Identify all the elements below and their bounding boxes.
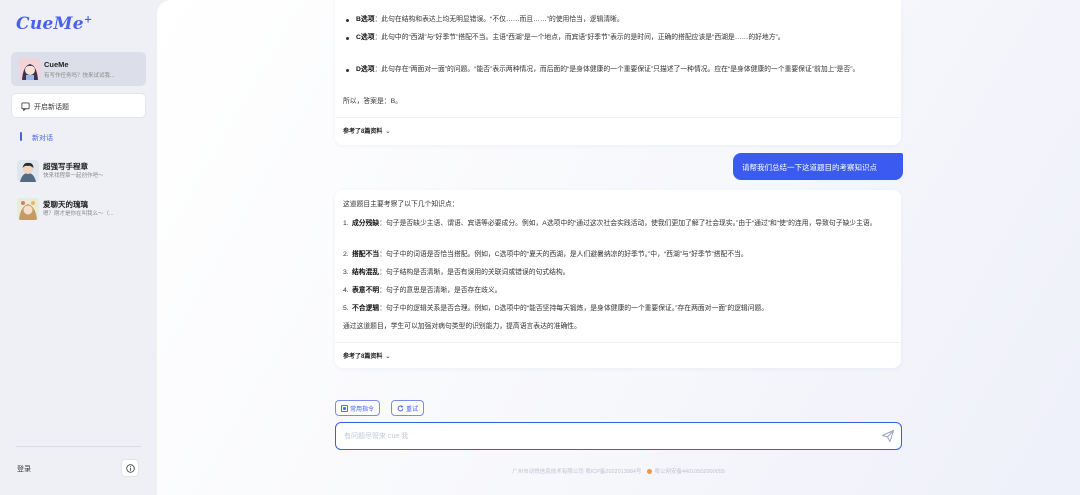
message-input[interactable] — [344, 430, 864, 442]
common-commands-label: 常用指令 — [350, 407, 375, 413]
writer-avatar — [17, 160, 39, 182]
chevron-down-icon: ⌄ — [385, 129, 391, 135]
option-b-item: B选项：此句在结构和表达上均无明显错误。“不仅……而且……”的使用恰当，逻辑清晰… — [346, 14, 886, 27]
item-label: 不合逻辑 — [352, 305, 380, 312]
chatter-desc: 嗯？刚才是你在叫我么～（... — [43, 211, 114, 217]
item-text: ：句子是否缺少主语、谓语、宾语等必要成分。例如，A选项中的“通过这次社会实践活动… — [379, 220, 877, 227]
answer-summary: 通过这道题目，学生可以加强对病句类型的识别能力，提高语言表达的准确性。 — [343, 323, 581, 330]
item-number: 2. — [343, 251, 349, 258]
app-logo[interactable]: CueMe+ — [16, 14, 93, 34]
logo-mark: + — [83, 14, 93, 26]
divider — [335, 342, 901, 343]
item-text: ：句子中的词语是否恰当搭配。例如，C选项中的“夏天的西湖，是人们避暑纳凉的好季节… — [379, 251, 748, 258]
refresh-icon — [397, 405, 404, 412]
item-number: 5. — [343, 305, 349, 312]
answer-conclusion: 所以，答案是：B。 — [343, 98, 402, 105]
current-bot-desc: 有写作任务吗？快来试试我... — [44, 73, 115, 79]
item-number: 1. — [343, 220, 349, 227]
option-d-text: ：此句存在“两面对一面”的问题。“能否”表示两种情况，而后面的“是身体健康的一个… — [374, 66, 860, 73]
command-icon — [341, 405, 348, 412]
item-text: ：句子中的逻辑关系是否合理。例如，D选项中的“能否坚持每天锻炼，是身体健康的一个… — [379, 305, 769, 312]
item-text: ：句子结构是否清晰，是否有误用的关联词或错误的句式结构。 — [379, 269, 570, 276]
assistant-message-1: B选项：此句在结构和表达上均无明显错误。“不仅……而且……”的使用恰当，逻辑清晰… — [335, 0, 901, 145]
item-text: ：句子的意思是否清晰，是否存在歧义。 — [379, 287, 502, 294]
option-c-label: C选项 — [356, 34, 375, 41]
bot-item-chatter[interactable]: 爱聊天的瑰璃 嗯？刚才是你在叫我么～（... — [16, 196, 151, 222]
item-number: 3. — [343, 269, 349, 276]
new-topic-icon — [21, 102, 30, 111]
references-label: 参考了8篇资料 — [343, 129, 383, 135]
send-icon[interactable] — [881, 429, 895, 443]
knowledge-item: 3. 结构混乱：句子结构是否清晰，是否有误用的关联词或错误的句式结构。 — [343, 267, 883, 280]
item-number: 4. — [343, 287, 349, 294]
knowledge-item: 2. 搭配不当：句子中的词语是否恰当搭配。例如，C选项中的“夏天的西湖，是人们避… — [343, 249, 883, 262]
option-b-label: B选项 — [356, 16, 375, 23]
references-toggle-2[interactable]: 参考了8篇资料 ⌄ — [343, 351, 390, 360]
info-icon — [126, 464, 135, 473]
chevron-down-icon: ⌄ — [385, 354, 391, 360]
option-c-text: ：此句中的“西湖”与“好季节”搭配不当。主语“西湖”是一个地点，而宾语“好季节”… — [374, 34, 785, 41]
assistant-message-2: 这道题目主要考察了以下几个知识点： 1. 成分残缺：句子是否缺少主语、谓语、宾语… — [335, 190, 901, 368]
cueme-avatar — [19, 58, 41, 80]
logo-text: CueMe — [16, 14, 84, 34]
police-record-text[interactable]: 粤公网安备44010502000055 — [654, 469, 724, 475]
option-c-item: C选项：此句中的“西湖”与“好季节”搭配不当。主语“西湖”是一个地点，而宾语“好… — [346, 32, 886, 45]
option-d-item: D选项：此句存在“两面对一面”的问题。“能否”表示两种情况，而后面的“是身体健康… — [346, 64, 886, 77]
knowledge-item: 5. 不合逻辑：句子中的逻辑关系是否合理。例如，D选项中的“能否坚持每天锻炼，是… — [343, 303, 883, 316]
references-label: 参考了8篇资料 — [343, 354, 383, 360]
retry-label: 重试 — [406, 407, 419, 413]
user-message: 请帮我们总结一下这道题目的考察知识点 — [733, 153, 903, 180]
new-chat-item[interactable]: 新对话 — [20, 133, 53, 143]
option-b-text: ：此句在结构和表达上均无明显错误。“不仅……而且……”的使用恰当，逻辑清晰。 — [374, 16, 624, 23]
message-composer — [335, 422, 902, 450]
current-bot-name: CueMe — [44, 60, 69, 69]
references-toggle-1[interactable]: 参考了8篇资料 ⌄ — [343, 126, 390, 135]
chat-area: B选项：此句在结构和表达上均无明显错误。“不仅……而且……”的使用恰当，逻辑清晰… — [157, 0, 1080, 495]
info-button[interactable] — [121, 459, 139, 477]
answer-intro: 这道题目主要考察了以下几个知识点： — [343, 201, 459, 208]
option-d-label: D选项 — [356, 66, 375, 73]
common-commands-button[interactable]: 常用指令 — [335, 400, 381, 416]
sidebar-divider — [16, 446, 141, 447]
item-label: 表意不明 — [352, 287, 380, 294]
knowledge-item: 4. 表意不明：句子的意思是否清晰，是否存在歧义。 — [343, 285, 883, 298]
writer-desc: 快来找程章一起创作吧～ — [43, 173, 104, 179]
police-badge-icon — [647, 469, 653, 474]
chatter-avatar — [17, 198, 39, 220]
item-label: 搭配不当 — [352, 251, 380, 258]
sidebar: CueMe+ CueMe 有写作任务吗？快来试试我... 开启新话题 新对话 超… — [0, 0, 157, 495]
new-topic-label: 开启新话题 — [34, 104, 69, 111]
new-chat-label: 新对话 — [32, 135, 53, 142]
item-label: 结构混乱 — [352, 269, 380, 276]
current-bot-card[interactable]: CueMe 有写作任务吗？快来试试我... — [11, 52, 146, 86]
site-footer: 广州市动悦信息技术有限公司 粤ICP备2022013984号 粤公网安备44010… — [157, 467, 1080, 475]
divider — [335, 117, 901, 118]
login-link[interactable]: 登录 — [17, 464, 31, 474]
icp-text[interactable]: 广州市动悦信息技术有限公司 粤ICP备2022013984号 — [512, 469, 641, 475]
retry-button[interactable]: 重试 — [391, 400, 425, 416]
new-topic-button[interactable]: 开启新话题 — [11, 93, 146, 118]
item-label: 成分残缺 — [352, 220, 380, 227]
knowledge-item: 1. 成分残缺：句子是否缺少主语、谓语、宾语等必要成分。例如，A选项中的“通过这… — [343, 218, 883, 231]
bot-item-writer[interactable]: 超强写手程章 快来找程章一起创作吧～ — [16, 158, 151, 184]
